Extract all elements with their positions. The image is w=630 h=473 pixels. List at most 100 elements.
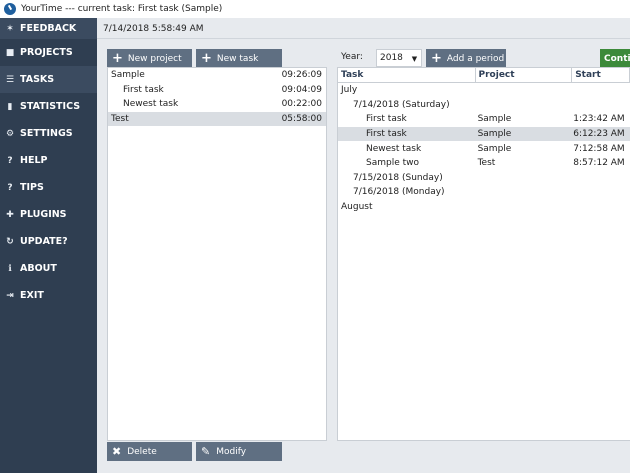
task-cell: Sample two — [366, 158, 420, 169]
sidebar-item-label: TIPS — [20, 182, 44, 193]
project-name: Test — [111, 113, 129, 124]
grid-header: Task Project Start — [338, 68, 630, 83]
tasks-grid: Task Project Start July 7/14/2018 (Satur… — [337, 67, 630, 441]
new-project-button[interactable]: + New project — [107, 49, 192, 68]
task-cell: 7/15/2018 (Sunday) — [353, 172, 443, 183]
column-header-project[interactable]: Project — [476, 68, 573, 82]
sidebar-item-settings[interactable]: ⚙ SETTINGS — [0, 120, 97, 147]
project-name: Sample — [111, 70, 145, 81]
continue-button[interactable]: Continue — [600, 49, 630, 68]
gear-icon: ⚙ — [5, 128, 15, 139]
sidebar-item-label: UPDATE? — [20, 236, 68, 247]
start-cell: 7:12:58 AM — [573, 143, 625, 154]
bar-chart-icon: ▮ — [7, 101, 13, 112]
list-item[interactable]: Newest task 00:22:00 — [108, 97, 326, 112]
list-item[interactable]: Test 05:58:00 — [108, 111, 326, 126]
task-name: First task — [123, 84, 164, 95]
table-row[interactable]: July — [338, 83, 630, 98]
column-header-task[interactable]: Task — [338, 68, 476, 82]
question-icon: ? — [7, 155, 13, 166]
project-cell: Sample — [477, 114, 512, 125]
folder-icon: ■ — [5, 47, 15, 58]
project-cell: Test — [477, 158, 496, 169]
modify-button[interactable]: ✎ Modify — [196, 442, 282, 461]
sidebar-item-tips[interactable]: ? TIPS — [0, 174, 97, 201]
sidebar-item-statistics[interactable]: ▮ STATISTICS — [0, 93, 97, 120]
star-icon: ✶ — [6, 23, 14, 34]
table-row[interactable]: August — [338, 200, 630, 215]
exit-icon: ⇥ — [6, 290, 14, 301]
start-cell: 1:23:42 AM — [573, 114, 625, 125]
question-icon: ? — [7, 182, 13, 193]
year-select[interactable]: 2018 ▼ — [376, 49, 422, 67]
projects-list: Sample 09:26:09 First task 09:04:09 Newe… — [107, 67, 327, 441]
column-header-start[interactable]: Start — [572, 68, 630, 82]
sidebar-item-label: PROJECTS — [20, 47, 73, 58]
sidebar-item-about[interactable]: ℹ ABOUT — [0, 255, 97, 282]
table-row[interactable]: First task Sample 6:12:23 AM — [338, 126, 630, 142]
list-item[interactable]: Sample 09:26:09 — [108, 68, 326, 83]
year-label: Year: — [341, 52, 363, 62]
new-task-label: New task — [216, 53, 259, 64]
delete-x-icon: ✖ — [112, 445, 122, 458]
task-cell: First task — [366, 114, 407, 125]
task-cell: 7/16/2018 (Monday) — [353, 187, 445, 198]
task-cell: July — [341, 85, 358, 96]
delete-button[interactable]: ✖ Delete — [107, 442, 192, 461]
sidebar-item-projects[interactable]: ■ PROJECTS — [0, 39, 97, 66]
header-divider — [97, 38, 630, 39]
project-time: 05:58:00 — [281, 113, 322, 124]
add-period-label: Add a period — [446, 53, 505, 64]
continue-label: Continue — [604, 53, 630, 64]
plus-icon: + — [431, 51, 442, 66]
current-datetime: 7/14/2018 5:58:49 AM — [103, 24, 204, 34]
task-cell: First task — [366, 129, 407, 140]
sidebar-item-tasks[interactable]: ☰ TASKS — [0, 66, 97, 93]
table-row[interactable]: Newest task Sample 7:12:58 AM — [338, 141, 630, 156]
sidebar-item-label: HELP — [20, 155, 48, 166]
task-time: 09:04:09 — [281, 84, 322, 95]
delete-label: Delete — [127, 446, 157, 457]
modify-label: Modify — [216, 446, 247, 457]
list-icon: ☰ — [5, 74, 15, 85]
task-cell: 7/14/2018 (Saturday) — [353, 99, 450, 110]
sidebar-item-label: FEEDBACK — [20, 23, 77, 34]
sidebar: ✶ FEEDBACK ■ PROJECTS ☰ TASKS ▮ STATISTI… — [0, 18, 97, 473]
sidebar-item-label: EXIT — [20, 290, 44, 301]
task-time: 00:22:00 — [281, 99, 322, 110]
start-cell: 8:57:12 AM — [573, 158, 625, 169]
sidebar-item-feedback[interactable]: ✶ FEEDBACK — [0, 18, 97, 39]
table-row[interactable]: 7/14/2018 (Saturday) — [338, 98, 630, 113]
table-row[interactable]: 7/16/2018 (Monday) — [338, 185, 630, 200]
task-cell: August — [341, 202, 373, 213]
plus-icon: + — [201, 51, 212, 66]
title-bar: YourTime --- current task: First task (S… — [0, 0, 630, 18]
pencil-icon: ✎ — [201, 445, 211, 458]
refresh-icon: ↻ — [6, 236, 14, 247]
project-cell: Sample — [477, 129, 512, 140]
add-period-button[interactable]: + Add a period — [426, 49, 506, 68]
sidebar-item-exit[interactable]: ⇥ EXIT — [0, 282, 97, 309]
table-row[interactable]: Sample two Test 8:57:12 AM — [338, 156, 630, 171]
main-content: 7/14/2018 5:58:49 AM + New project + New… — [97, 18, 630, 473]
sidebar-item-plugins[interactable]: ✚ PLUGINS — [0, 201, 97, 228]
table-row[interactable]: 7/15/2018 (Sunday) — [338, 171, 630, 186]
window-title: YourTime --- current task: First task (S… — [21, 4, 223, 14]
task-name: Newest task — [123, 99, 179, 110]
sidebar-item-label: STATISTICS — [20, 101, 81, 112]
list-item[interactable]: First task 09:04:09 — [108, 83, 326, 98]
table-row[interactable]: First task Sample 1:23:42 AM — [338, 112, 630, 127]
year-value: 2018 — [380, 53, 403, 63]
puzzle-icon: ✚ — [6, 209, 14, 220]
sidebar-item-update[interactable]: ↻ UPDATE? — [0, 228, 97, 255]
sidebar-item-label: PLUGINS — [20, 209, 67, 220]
plus-icon: + — [112, 51, 123, 66]
chevron-down-icon: ▼ — [411, 54, 418, 63]
task-cell: Newest task — [366, 143, 422, 154]
sidebar-item-label: ABOUT — [20, 263, 57, 274]
new-project-label: New project — [127, 53, 182, 64]
start-cell: 6:12:23 AM — [573, 129, 625, 140]
app-clock-icon — [4, 3, 16, 15]
sidebar-item-help[interactable]: ? HELP — [0, 147, 97, 174]
new-task-button[interactable]: + New task — [196, 49, 282, 68]
